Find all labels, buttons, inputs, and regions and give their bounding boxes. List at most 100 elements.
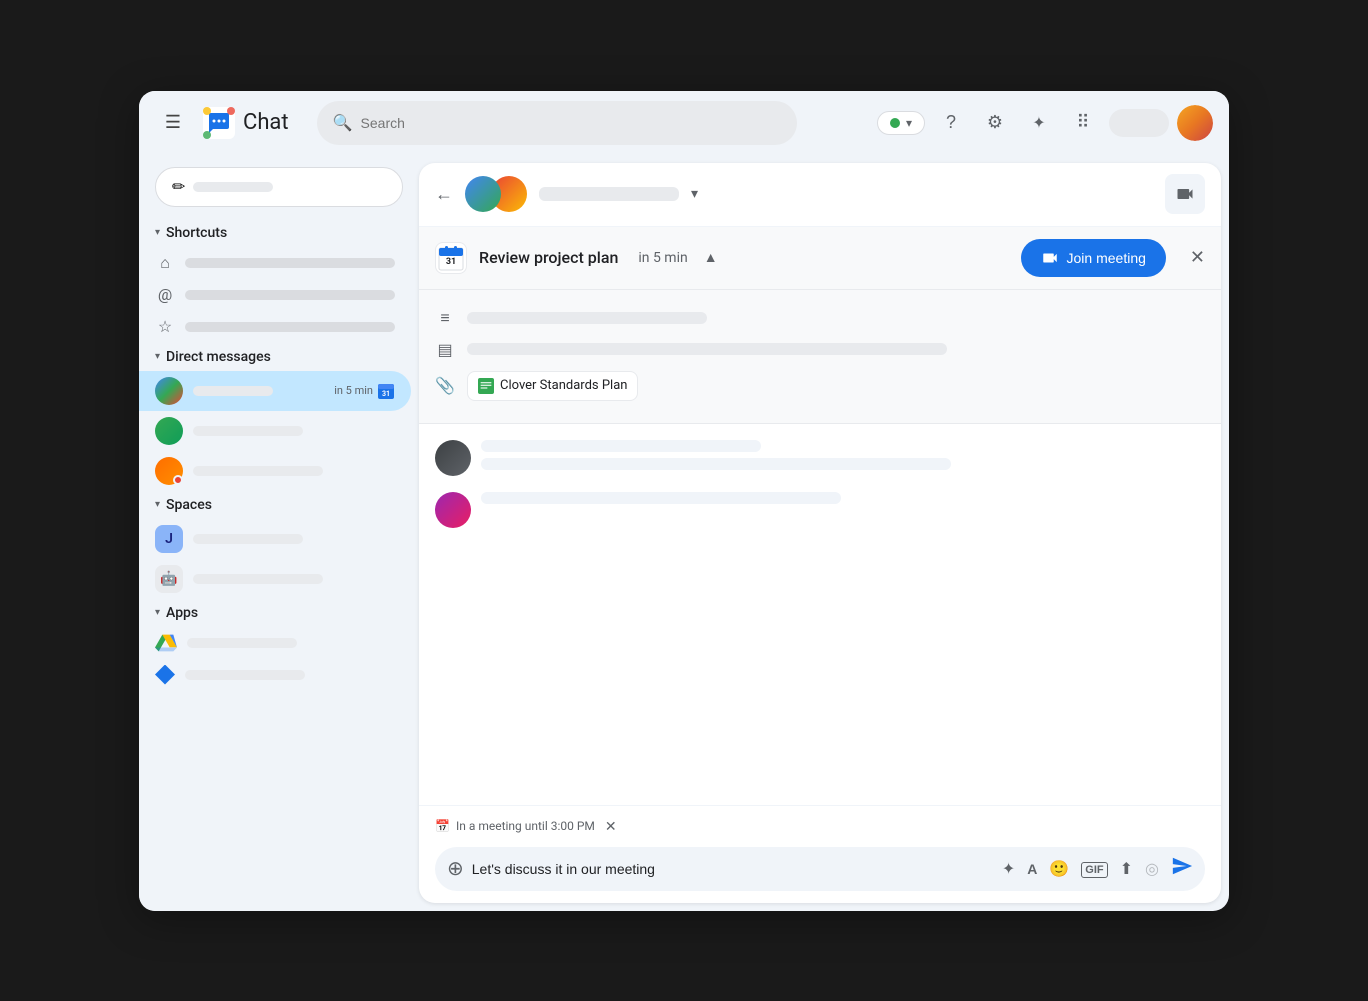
- attachment-chip[interactable]: Clover Standards Plan: [467, 371, 638, 401]
- home-icon: ⌂: [155, 253, 175, 273]
- gif-badge-icon: GIF: [1081, 862, 1107, 878]
- gif-button[interactable]: GIF: [1077, 856, 1111, 882]
- dm1-name-label: [193, 386, 273, 396]
- app-title: Chat: [243, 110, 289, 135]
- messages-area: [419, 424, 1221, 805]
- upload-button[interactable]: ⬆: [1116, 855, 1137, 883]
- dm-section-label: Direct messages: [166, 349, 271, 365]
- status-chip[interactable]: ▾: [877, 111, 925, 135]
- shortcut-mentions-label: [185, 290, 395, 300]
- status-dot-icon: [890, 118, 900, 128]
- meeting-title: Review project plan: [479, 248, 618, 267]
- sidebar-item-app-diamond[interactable]: [139, 659, 411, 691]
- message-input-area: 📅 In a meeting until 3:00 PM ✕ ⊕ ✦ A 🙂 G…: [419, 805, 1221, 903]
- chat-area: ← ▾: [419, 163, 1221, 903]
- message-line-2-1: [481, 492, 841, 504]
- sidebar-item-dm-1[interactable]: in 5 min 31: [139, 371, 411, 411]
- meeting-detail-row-2: ▤: [435, 334, 1205, 365]
- emoji-button[interactable]: 🙂: [1045, 855, 1073, 883]
- new-chat-label: [193, 182, 273, 192]
- sidebar-item-space-j[interactable]: J: [139, 519, 411, 559]
- join-meeting-button[interactable]: Join meeting: [1021, 239, 1166, 277]
- meeting-time: in 5 min: [638, 250, 687, 266]
- drive-icon: [155, 633, 177, 653]
- door-icon: ▤: [435, 340, 455, 359]
- shortcut-starred-label: [185, 322, 395, 332]
- send-button[interactable]: [1171, 855, 1193, 883]
- sidebar-item-mentions[interactable]: @: [139, 279, 411, 311]
- main-layout: ✏ ▾ Shortcuts ⌂ @ ☆ ▾: [139, 155, 1229, 911]
- dm1-extras: in 5 min 31: [334, 382, 395, 400]
- input-actions: ✦ A 🙂 GIF ⬆ ◎: [998, 855, 1163, 883]
- dm1-time-badge: in 5 min: [334, 384, 373, 397]
- lines-icon: ≡: [435, 308, 455, 328]
- sidebar-item-starred[interactable]: ☆: [139, 311, 411, 343]
- dm3-unread-badge: [173, 475, 183, 485]
- chat-avatar-primary-icon: [465, 176, 501, 212]
- logo-area: Chat: [203, 107, 289, 139]
- sidebar-item-home[interactable]: ⌂: [139, 247, 411, 279]
- meeting-details: ≡ ▤ 📎: [419, 290, 1221, 424]
- settings-button[interactable]: ⚙: [977, 105, 1013, 141]
- table-row: [435, 440, 1205, 476]
- gemini-button[interactable]: ✦: [1021, 105, 1057, 141]
- chat-header: ← ▾: [419, 163, 1221, 227]
- sparkle-button[interactable]: ✦: [998, 855, 1019, 883]
- search-input[interactable]: [361, 115, 781, 131]
- message-input-box: ⊕ ✦ A 🙂 GIF ⬆ ◎: [435, 847, 1205, 891]
- google-apps-button[interactable]: ⠿: [1065, 105, 1101, 141]
- search-bar: 🔍: [317, 101, 797, 145]
- message-avatar-2: [435, 492, 471, 528]
- meeting-status-bar: 📅 In a meeting until 3:00 PM ✕: [435, 814, 1205, 839]
- meeting-expand-icon[interactable]: ▲: [704, 249, 718, 266]
- sidebar-item-drive[interactable]: [139, 627, 411, 659]
- message-line-1-2: [481, 458, 951, 470]
- chat-name-chevron-icon[interactable]: ▾: [691, 186, 698, 202]
- space-j-label: [193, 534, 303, 544]
- sidebar-item-space-bot[interactable]: 🤖: [139, 559, 411, 599]
- sidebar: ✏ ▾ Shortcuts ⌂ @ ☆ ▾: [139, 155, 419, 911]
- shortcuts-label: Shortcuts: [166, 225, 227, 241]
- user-avatar[interactable]: [1177, 105, 1213, 141]
- message-avatar-1: [435, 440, 471, 476]
- new-chat-icon: ✏: [172, 177, 185, 197]
- spaces-collapse-icon: ▾: [155, 499, 160, 510]
- dm1-avatar: [155, 377, 183, 405]
- attachment-icon: 📎: [435, 376, 455, 395]
- sidebar-item-dm-3[interactable]: [139, 451, 411, 491]
- shortcuts-section-header[interactable]: ▾ Shortcuts: [139, 219, 419, 247]
- video-call-button[interactable]: [1165, 174, 1205, 214]
- dm1-calendar-icon: 31: [377, 382, 395, 400]
- search-input-wrap[interactable]: 🔍: [317, 101, 797, 145]
- spaces-section-label: Spaces: [166, 497, 212, 513]
- meeting-status-text: In a meeting until 3:00 PM: [456, 819, 595, 833]
- video-icon: [1175, 184, 1195, 204]
- meeting-banner: 31 Review project plan in 5 min ▲ Join m…: [419, 227, 1221, 290]
- apps-section-header[interactable]: ▾ Apps: [139, 599, 419, 627]
- more-options-button[interactable]: ◎: [1141, 855, 1163, 883]
- dm-section-header[interactable]: ▾ Direct messages: [139, 343, 419, 371]
- close-meeting-button[interactable]: ✕: [1190, 247, 1205, 268]
- format-text-button[interactable]: A: [1023, 857, 1041, 881]
- dm-collapse-icon: ▾: [155, 351, 160, 362]
- spaces-section-header[interactable]: ▾ Spaces: [139, 491, 419, 519]
- search-icon: 🔍: [333, 113, 353, 132]
- star-icon: ☆: [155, 317, 175, 337]
- help-button[interactable]: ?: [933, 105, 969, 141]
- diamond-app-icon: [155, 665, 175, 685]
- app-diamond-label: [185, 670, 305, 680]
- at-icon: @: [155, 285, 175, 305]
- new-chat-button[interactable]: ✏: [155, 167, 403, 207]
- sidebar-item-dm-2[interactable]: [139, 411, 411, 451]
- add-attachment-button[interactable]: ⊕: [447, 856, 464, 881]
- meeting-detail-text-2: [467, 343, 947, 355]
- dm2-avatar-icon: [155, 417, 183, 445]
- apps-collapse-icon: ▾: [155, 607, 160, 618]
- message-text-input[interactable]: [472, 861, 990, 877]
- back-button[interactable]: ←: [435, 184, 453, 205]
- space-bot-avatar: 🤖: [155, 565, 183, 593]
- drive-label: [187, 638, 297, 648]
- top-bar: ☰ Chat 🔍: [139, 91, 1229, 155]
- menu-button[interactable]: ☰: [155, 105, 191, 141]
- meeting-status-close-button[interactable]: ✕: [605, 818, 617, 835]
